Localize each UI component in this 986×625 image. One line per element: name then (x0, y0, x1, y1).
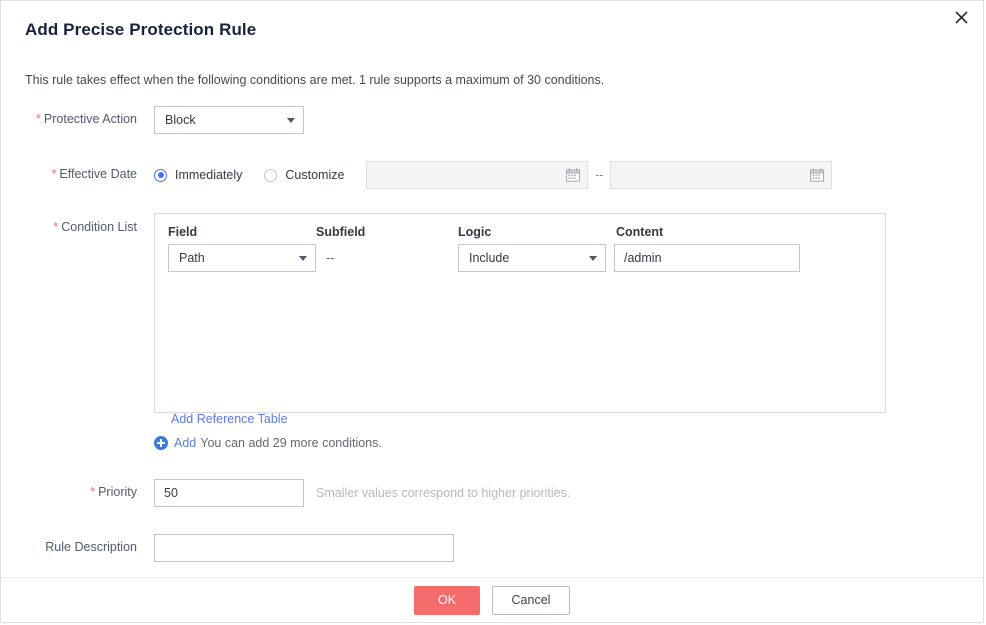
calendar-icon (566, 168, 581, 182)
add-reference-table-link[interactable]: Add Reference Table (171, 412, 288, 426)
date-range-separator: -- (595, 168, 604, 182)
add-condition-line: Add You can add 29 more conditions. (154, 436, 382, 450)
add-condition-hint: You can add 29 more conditions. (200, 436, 382, 450)
protective-action-row: * Protective Action Block (1, 106, 983, 134)
priority-input[interactable] (154, 479, 304, 507)
priority-row: *Priority Smaller values correspond to h… (1, 479, 983, 507)
radio-customize-label: Customize (285, 168, 345, 182)
rule-description-row: Rule Description (1, 534, 983, 562)
chevron-down-icon (589, 256, 597, 261)
condition-list-label: * Condition List (53, 220, 137, 234)
radio-dot-icon (264, 168, 278, 182)
protective-action-label: * Protective Action (36, 112, 137, 126)
start-date-picker[interactable] (366, 161, 589, 189)
condition-list-row: * Condition List Field Subfield Logic Con… (1, 213, 983, 413)
condition-content-input[interactable] (614, 244, 800, 272)
column-header-field: Field (168, 225, 198, 239)
table-row: Path -- Include (155, 239, 885, 272)
column-header-content: Content (616, 225, 664, 239)
required-asterisk: * (51, 167, 57, 181)
required-asterisk: * (36, 112, 41, 126)
ok-button[interactable]: OK (414, 585, 480, 615)
dialog-footer: OK Cancel (1, 577, 983, 622)
calendar-icon (810, 168, 825, 182)
add-precise-protection-rule-dialog: Add Precise Protection Rule This rule ta… (0, 0, 984, 623)
add-condition-link[interactable]: Add (174, 436, 196, 450)
condition-field-select[interactable]: Path (168, 244, 316, 272)
chevron-down-icon (299, 256, 307, 261)
condition-field-value: Path (179, 251, 205, 265)
condition-logic-value: Include (469, 251, 510, 265)
required-asterisk: * (90, 485, 96, 499)
end-date-picker[interactable] (610, 161, 833, 189)
rule-description-input[interactable] (154, 534, 454, 562)
column-header-logic: Logic (458, 225, 492, 239)
effective-date-row: * Effective Date Immediately Customize -… (1, 161, 983, 189)
effective-date-label: * Effective Date (51, 167, 137, 181)
close-icon[interactable] (949, 5, 973, 29)
rule-description-label: Rule Description (45, 540, 137, 554)
condition-logic-select[interactable]: Include (458, 244, 606, 272)
priority-hint: Smaller values correspond to higher prio… (316, 486, 571, 500)
condition-list-panel: Field Subfield Logic Content Path -- Inc… (154, 213, 886, 413)
protective-action-select[interactable]: Block (154, 106, 304, 134)
condition-table-header: Field Subfield Logic Content (155, 214, 885, 239)
priority-label: * Priority (90, 485, 137, 499)
dialog-subtitle: This rule takes effect when the followin… (25, 73, 605, 87)
cancel-button[interactable]: Cancel (492, 585, 570, 615)
page-title: Add Precise Protection Rule (25, 20, 257, 39)
column-header-subfield: Subfield (316, 225, 366, 239)
chevron-down-icon (287, 118, 295, 123)
condition-subfield-value: -- (326, 251, 335, 265)
plus-circle-icon[interactable] (154, 436, 168, 450)
required-asterisk: * (53, 220, 59, 234)
radio-dot-icon (154, 168, 167, 182)
radio-customize[interactable]: Customize (264, 161, 344, 189)
radio-immediately-label: Immediately (175, 168, 243, 182)
radio-immediately[interactable]: Immediately (154, 161, 242, 189)
protective-action-value: Block (165, 113, 196, 127)
